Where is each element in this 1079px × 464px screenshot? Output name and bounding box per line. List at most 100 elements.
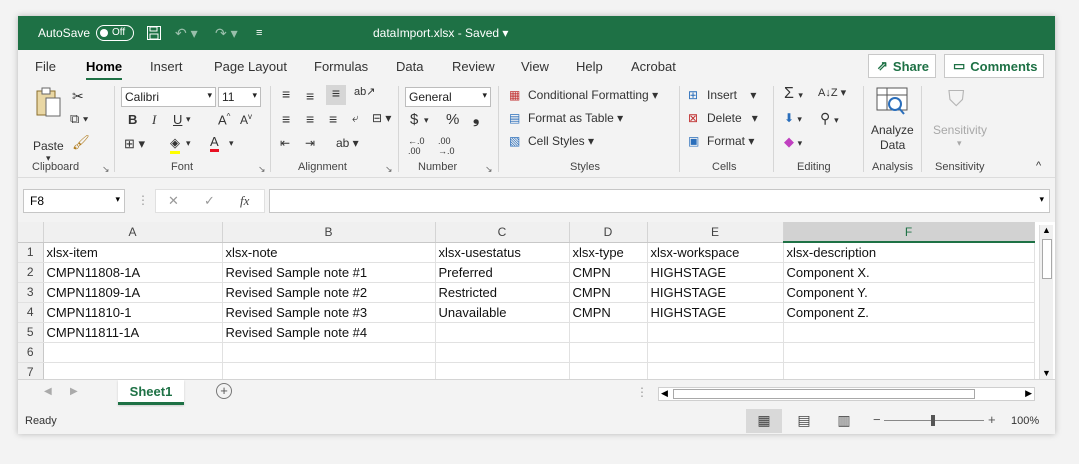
cell[interactable]: Revised Sample note #3 xyxy=(222,302,436,323)
document-title[interactable]: dataImport.xlsx - Saved ▾ xyxy=(373,26,508,40)
shrink-font-icon[interactable]: Av xyxy=(240,112,252,127)
insert-cells-button[interactable]: Insert ▾ xyxy=(707,88,756,102)
sensitivity-button[interactable]: Sensitivity xyxy=(933,123,987,137)
analyze-data-label-2[interactable]: Data xyxy=(880,138,905,152)
format-painter-icon[interactable]: 🖌 xyxy=(72,134,90,151)
row-header[interactable]: 6 xyxy=(18,342,44,363)
add-sheet-icon[interactable]: + xyxy=(216,383,232,399)
cell[interactable]: Component X. xyxy=(783,262,1035,283)
conditional-formatting-icon[interactable]: ▦ xyxy=(509,88,520,102)
scroll-down-icon[interactable]: ▼ xyxy=(1042,368,1051,378)
paste-icon[interactable] xyxy=(34,86,62,121)
conditional-formatting-button[interactable]: Conditional Formatting ▾ xyxy=(528,88,658,102)
tab-help[interactable]: Help xyxy=(576,59,603,74)
tab-insert[interactable]: Insert xyxy=(150,59,183,74)
currency-button[interactable]: $ xyxy=(410,111,418,128)
name-box[interactable]: F8 ▾ xyxy=(23,189,125,213)
number-launcher-icon[interactable]: ↘ xyxy=(485,164,493,175)
comma-style-icon[interactable]: ❟ xyxy=(473,110,479,128)
cell[interactable]: CMPN xyxy=(569,262,648,283)
scroll-left-icon[interactable]: ◀ xyxy=(661,388,668,399)
align-middle-icon[interactable]: ≡ xyxy=(306,88,314,104)
font-color-dropdown-icon[interactable]: ▾ xyxy=(229,138,234,149)
sheet-tab-sheet1[interactable]: Sheet1 xyxy=(118,380,184,405)
decrease-decimal-icon[interactable]: .00 →.0 xyxy=(438,136,455,156)
zoom-out-icon[interactable]: − xyxy=(873,412,881,427)
orientation-icon[interactable]: ab↗ xyxy=(354,85,375,98)
cell[interactable]: HIGHSTAGE xyxy=(647,262,784,283)
tab-file[interactable]: File xyxy=(35,59,56,74)
cell[interactable]: HIGHSTAGE xyxy=(647,282,784,303)
font-launcher-icon[interactable]: ↘ xyxy=(258,164,266,175)
cell[interactable]: CMPN11808-1A xyxy=(43,262,223,283)
row-header[interactable]: 4 xyxy=(18,302,44,323)
clear-icon[interactable]: ◆ ▾ xyxy=(784,134,802,150)
share-button[interactable]: ⇗ Share xyxy=(868,54,936,78)
cell[interactable] xyxy=(435,322,570,343)
zoom-in-icon[interactable]: + xyxy=(988,412,996,427)
currency-dropdown-icon[interactable]: ▾ xyxy=(424,115,429,126)
autosave-toggle[interactable]: Off xyxy=(96,25,134,41)
copy-icon[interactable]: ⧉ ▾ xyxy=(70,111,88,127)
cell-styles-icon[interactable]: ▧ xyxy=(509,134,520,148)
align-top-icon[interactable]: ≡ xyxy=(282,86,290,102)
column-header-b[interactable]: B xyxy=(222,222,436,243)
select-all-corner[interactable] xyxy=(18,222,44,243)
column-header-a[interactable]: A xyxy=(43,222,223,243)
horizontal-scrollbar[interactable]: ◀ ▶ xyxy=(658,387,1035,401)
format-cells-button[interactable]: Format ▾ xyxy=(707,134,754,148)
cell[interactable]: Component Y. xyxy=(783,282,1035,303)
scroll-up-icon[interactable]: ▲ xyxy=(1042,225,1051,235)
underline-dropdown-icon[interactable]: ▾ xyxy=(186,114,191,125)
clipboard-launcher-icon[interactable]: ↘ xyxy=(102,164,110,175)
cell[interactable]: xlsx-item xyxy=(43,242,223,263)
cell[interactable]: xlsx-description xyxy=(783,242,1035,263)
align-center-icon[interactable]: ≡ xyxy=(306,111,314,127)
font-size-select[interactable]: 11 ▾ xyxy=(218,87,261,107)
vertical-scrollbar[interactable]: ▲ ▼ xyxy=(1039,225,1053,380)
increase-indent-icon[interactable]: ⇥ xyxy=(305,136,315,150)
cancel-icon[interactable]: ✕ xyxy=(168,193,179,209)
scroll-right-icon[interactable]: ▶ xyxy=(1025,388,1032,399)
cell[interactable] xyxy=(647,322,784,343)
cell[interactable]: CMPN xyxy=(569,282,648,303)
bold-button[interactable]: B xyxy=(128,112,137,127)
cell[interactable] xyxy=(647,342,784,363)
normal-view-icon[interactable]: ▦ xyxy=(746,409,782,433)
customize-toolbar-icon[interactable]: ≡ xyxy=(256,27,262,39)
cell[interactable] xyxy=(435,342,570,363)
alignment-launcher-icon[interactable]: ↘ xyxy=(385,164,393,175)
cell[interactable]: HIGHSTAGE xyxy=(647,302,784,323)
tab-review[interactable]: Review xyxy=(452,59,495,74)
cell[interactable]: CMPN11809-1A xyxy=(43,282,223,303)
comments-button[interactable]: ▭ Comments xyxy=(944,54,1044,78)
next-sheet-icon[interactable]: ▶ xyxy=(70,386,78,397)
cell[interactable]: CMPN xyxy=(569,302,648,323)
row-header[interactable]: 3 xyxy=(18,282,44,303)
cell[interactable]: Component Z. xyxy=(783,302,1035,323)
cell[interactable]: Revised Sample note #1 xyxy=(222,262,436,283)
cell[interactable]: Unavailable xyxy=(435,302,570,323)
formula-input[interactable]: ▾ xyxy=(269,189,1050,213)
sort-filter-icon[interactable]: A↓Z ▾ xyxy=(818,86,846,99)
merge-center-icon[interactable]: ⊟ ▾ xyxy=(372,111,391,125)
cell[interactable]: xlsx-note xyxy=(222,242,436,263)
prev-sheet-icon[interactable]: ◀ xyxy=(44,386,52,397)
align-left-icon[interactable]: ≡ xyxy=(282,111,290,127)
tab-acrobat[interactable]: Acrobat xyxy=(631,59,676,74)
autosum-icon[interactable]: Σ ▾ xyxy=(784,85,803,103)
undo-icon[interactable]: ↶ ▾ xyxy=(175,25,198,42)
column-header-d[interactable]: D xyxy=(569,222,648,243)
increase-decimal-icon[interactable]: ←.0.00 xyxy=(408,136,425,156)
save-icon[interactable] xyxy=(146,25,162,44)
collapse-ribbon-icon[interactable]: ^ xyxy=(1036,160,1041,172)
font-name-select[interactable]: Calibri ▾ xyxy=(121,87,216,107)
cell[interactable] xyxy=(783,322,1035,343)
column-header-f[interactable]: F xyxy=(783,222,1035,243)
analyze-data-label[interactable]: Analyze xyxy=(871,123,914,137)
fill-icon[interactable]: ⬇ ▾ xyxy=(784,111,802,125)
zoom-slider-thumb[interactable] xyxy=(931,415,935,426)
redo-icon[interactable]: ↷ ▾ xyxy=(215,25,238,42)
cell[interactable] xyxy=(569,342,648,363)
row-header[interactable]: 1 xyxy=(18,242,44,263)
